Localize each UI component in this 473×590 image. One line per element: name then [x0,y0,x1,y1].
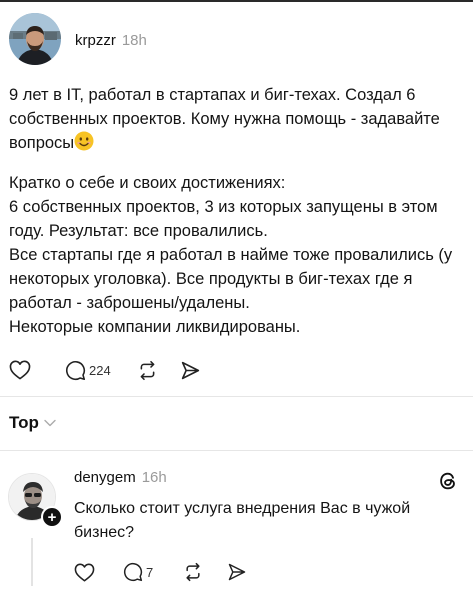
sort-label: Top [9,413,39,432]
send-icon [181,361,199,379]
share-button[interactable] [180,360,201,381]
reply-author-username[interactable]: denygem [74,469,136,486]
send-icon [228,563,246,581]
reply-count: 224 [89,362,111,378]
post-paragraph: Некоторые компании ликвидированы. [9,318,301,336]
sort-dropdown[interactable]: Top [9,413,56,433]
post-paragraph: 9 лет в IT, работал в стартапах и биг-те… [9,83,464,158]
threads-logo-icon[interactable] [437,470,459,497]
post-paragraph: 6 собственных проектов, 3 из которых зап… [9,198,438,240]
author-username[interactable]: krpzzr [75,32,116,49]
top-edge [0,0,473,2]
post-paragraph: Кратко о себе и своих достижениях: [9,174,286,192]
divider [0,450,473,451]
reply-button[interactable]: 224 [65,360,111,381]
divider [0,396,473,397]
follow-plus-button[interactable]: + [41,506,63,528]
reply-reply-count: 7 [146,564,154,580]
reply-like-button[interactable] [74,563,95,582]
post-header: krpzzr 18h [75,32,147,49]
reply-share-button[interactable] [227,562,247,582]
post-text: 9 лет в IT, работал в стартапах и биг-те… [9,83,464,339]
reply-text: Сколько стоит услуга внедрения Вас в чуж… [74,500,411,541]
reply-header: denygem 16h [74,469,167,486]
author-avatar[interactable] [9,13,61,65]
smiling-face-emoji-icon [74,131,94,158]
comment-bubble-icon [123,562,143,582]
repost-button[interactable] [137,360,158,381]
post-timestamp: 18h [121,32,147,49]
reply-reply-button[interactable]: 7 [123,562,153,582]
reply-repost-button[interactable] [183,562,203,582]
heart-icon [9,360,31,380]
post-actions: 224 [9,357,201,383]
repost-icon [186,562,200,582]
chevron-down-icon [44,419,56,427]
post-paragraph: Все стартапы где я работал в найме тоже … [9,246,453,312]
reply-timestamp: 16h [141,469,167,486]
reply-actions: 7 [74,559,247,585]
like-button[interactable] [9,360,31,380]
repost-icon [140,360,155,380]
heart-icon [74,563,95,581]
thread-line [31,538,33,586]
comment-bubble-icon [66,360,86,380]
